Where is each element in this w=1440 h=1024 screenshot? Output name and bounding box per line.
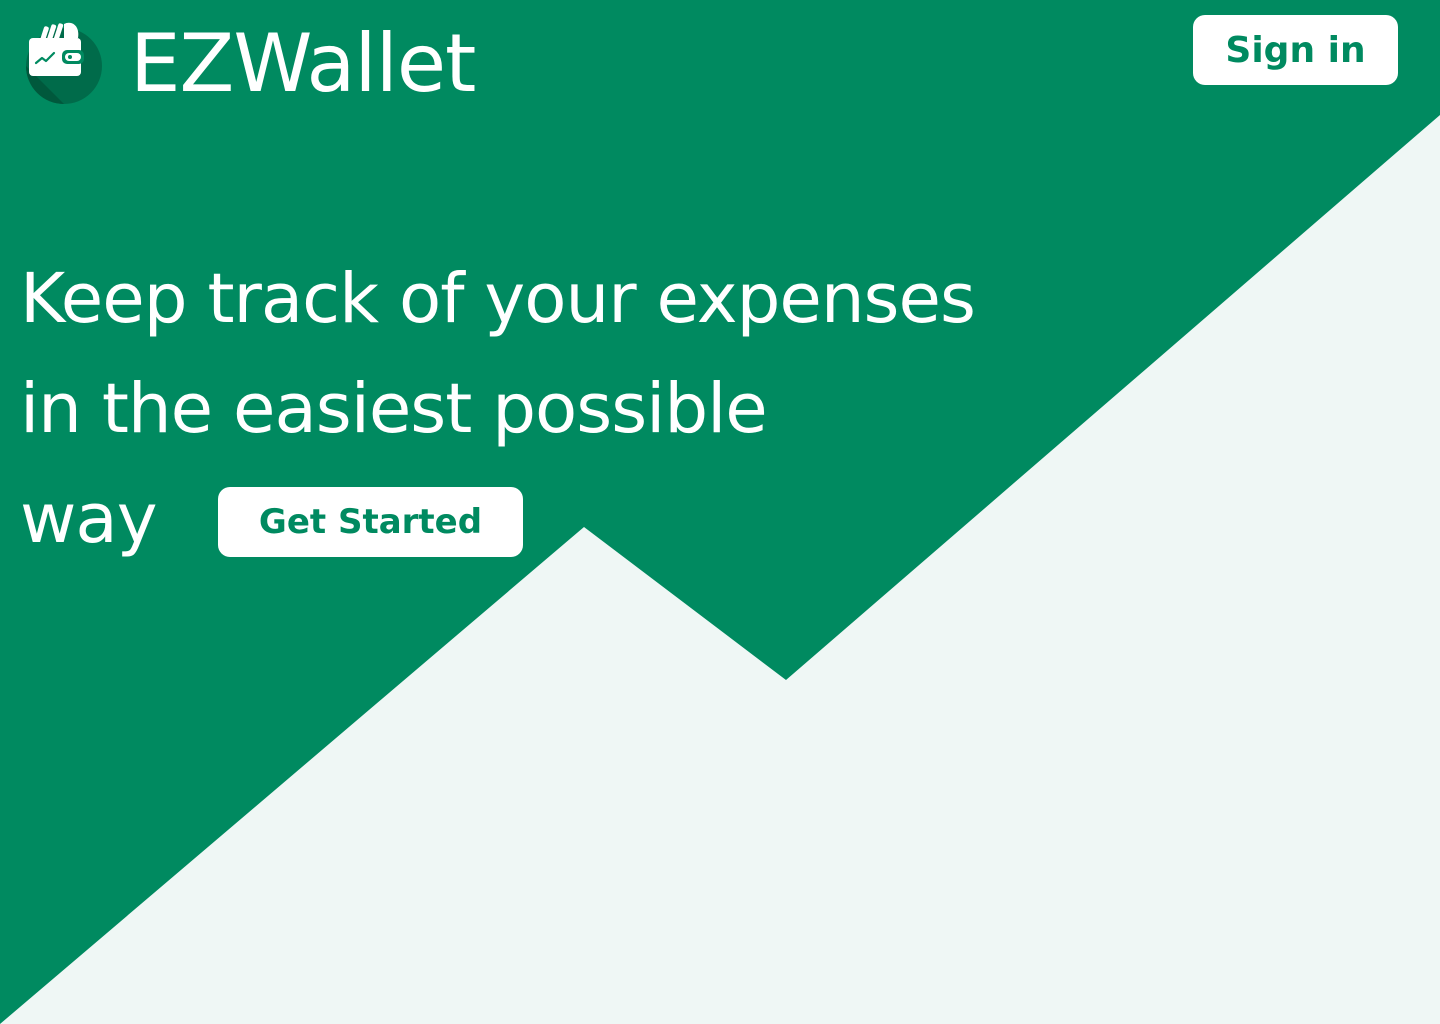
- headline-line-1: Keep track of your expenses: [20, 259, 976, 339]
- logo[interactable]: [24, 18, 104, 106]
- headline-line-2: in the easiest possible: [20, 369, 768, 449]
- sign-in-button[interactable]: Sign in: [1193, 15, 1398, 85]
- get-started-button[interactable]: Get Started: [218, 487, 523, 557]
- brand-name[interactable]: EZWallet: [130, 16, 476, 112]
- wallet-icon: [26, 22, 102, 104]
